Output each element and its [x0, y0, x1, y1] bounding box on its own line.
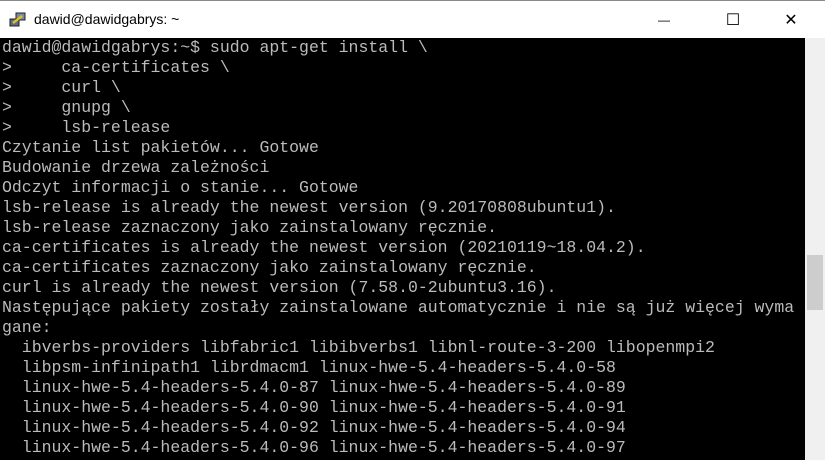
terminal-line: linux-hwe-5.4-headers-5.4.0-90 linux-hwe… [2, 398, 626, 417]
terminal-line: libpsm-infinipath1 librdmacm1 linux-hwe-… [2, 358, 616, 377]
terminal-line: gane: [2, 318, 52, 337]
terminal-line: linux-hwe-5.4-headers-5.4.0-87 linux-hwe… [2, 378, 626, 397]
terminal-line: > curl \ [2, 78, 121, 97]
terminal-line: > ca-certificates \ [2, 58, 230, 77]
terminal-line: linux-hwe-5.4-headers-5.4.0-96 linux-hwe… [2, 438, 626, 457]
scrollbar-thumb[interactable] [807, 255, 823, 310]
terminal-line: Czytanie list pakietów... Gotowe [2, 138, 319, 157]
minimize-icon: — [658, 13, 670, 27]
terminal-line: linux-hwe-5.4-headers-5.4.0-92 linux-hwe… [2, 418, 626, 437]
terminal-line: Następujące pakiety zostały zainstalowan… [2, 298, 795, 317]
terminal-output[interactable]: dawid@dawidgabrys:~$ sudo apt-get instal… [0, 38, 805, 460]
terminal-line: > gnupg \ [2, 98, 131, 117]
window-title: dawid@dawidgabrys: ~ [34, 11, 180, 27]
terminal-line: ca-certificates zaznaczony jako zainstal… [2, 258, 537, 277]
terminal-line: > lsb-release [2, 118, 171, 137]
maximize-button[interactable]: ☐ [710, 1, 756, 39]
close-button[interactable]: ✕ [768, 1, 814, 39]
terminal-line: ca-certificates is already the newest ve… [2, 238, 646, 257]
terminal-line: ibverbs-providers libfabric1 libibverbs1… [2, 338, 715, 357]
minimize-button[interactable]: — [641, 1, 687, 39]
terminal-line: Odczyt informacji o stanie... Gotowe [2, 178, 359, 197]
terminal-line: dawid@dawidgabrys:~$ sudo apt-get instal… [2, 38, 428, 57]
terminal-line: lsb-release zaznaczony jako zainstalowan… [2, 218, 498, 237]
terminal-line: curl is already the newest version (7.58… [2, 278, 557, 297]
maximize-icon: ☐ [725, 12, 741, 29]
title-bar[interactable]: dawid@dawidgabrys: ~ — ☐ ✕ [0, 0, 825, 38]
putty-icon [9, 12, 26, 27]
close-icon: ✕ [784, 12, 798, 29]
terminal-line: Budowanie drzewa zależności [2, 158, 270, 177]
vertical-scrollbar[interactable] [805, 38, 825, 460]
terminal-line: lsb-release is already the newest versio… [2, 198, 616, 217]
